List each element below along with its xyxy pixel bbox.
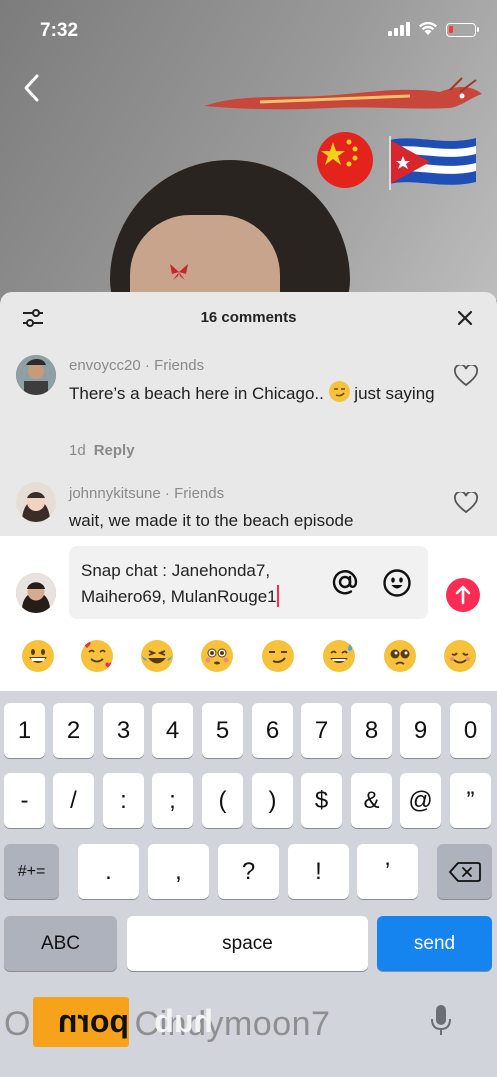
comment-text: wait, we made it to the beach episode: [69, 511, 354, 530]
battery-icon: [446, 23, 479, 37]
status-bar: 7:32: [0, 0, 497, 60]
smirk-emoji[interactable]: [262, 640, 294, 672]
key-apostrophe[interactable]: ’: [357, 844, 418, 899]
relieved-emoji[interactable]: [444, 640, 476, 672]
text-caret: [276, 585, 279, 607]
relation-tag: Friends: [154, 357, 205, 374]
flushed-emoji[interactable]: [201, 640, 233, 672]
key-period[interactable]: .: [78, 844, 139, 899]
comment-input-text[interactable]: Snap chat : Janehonda7, Maihero69, Mulan…: [81, 558, 311, 610]
grinning-emoji[interactable]: [22, 640, 54, 672]
backspace-icon: [448, 861, 481, 882]
avatar[interactable]: [16, 355, 56, 395]
key-8[interactable]: 8: [351, 703, 392, 758]
key-0[interactable]: 0: [450, 703, 491, 758]
sweat-smile-emoji[interactable]: [323, 640, 355, 672]
key-semicolon[interactable]: ;: [152, 773, 193, 828]
comment-age: 1d: [69, 442, 86, 459]
comments-count-title: 16 comments: [200, 309, 297, 326]
wifi-icon: [419, 21, 437, 35]
comment-username[interactable]: johnnykitsune: [69, 485, 161, 502]
key-2[interactable]: 2: [53, 703, 94, 758]
key-exclamation[interactable]: !: [288, 844, 349, 899]
key-4[interactable]: 4: [152, 703, 193, 758]
back-chevron-icon[interactable]: [18, 72, 46, 104]
butterfly-sticker: [170, 264, 188, 280]
key-slash[interactable]: /: [53, 773, 94, 828]
reply-button[interactable]: Reply: [94, 442, 135, 459]
person-face: [130, 215, 280, 300]
china-flag-sticker: [317, 132, 373, 188]
key-7[interactable]: 7: [301, 703, 342, 758]
key-1[interactable]: 1: [4, 703, 45, 758]
key-question[interactable]: ?: [218, 844, 279, 899]
key-5[interactable]: 5: [202, 703, 243, 758]
key-hyphen[interactable]: -: [4, 773, 45, 828]
comment-input[interactable]: Snap chat : Janehonda7, Maihero69, Mulan…: [69, 546, 428, 619]
comment-text: There’s a beach here in Chicago.. just s…: [69, 381, 439, 407]
symbols-toggle-key[interactable]: #+=: [4, 844, 59, 899]
space-key[interactable]: space: [127, 916, 368, 971]
key-6[interactable]: 6: [252, 703, 293, 758]
key-9[interactable]: 9: [400, 703, 441, 758]
comments-sheet: 16 comments envoycc20 · Friends There’s …: [0, 292, 497, 536]
comment-composer: Snap chat : Janehonda7, Maihero69, Mulan…: [0, 536, 497, 691]
key-at[interactable]: @: [400, 773, 441, 828]
key-dollar[interactable]: $: [301, 773, 342, 828]
like-heart-icon[interactable]: [454, 492, 478, 514]
cellular-signal-icon: [388, 22, 410, 36]
comment-footer: 1d Reply: [69, 442, 135, 459]
abc-key[interactable]: ABC: [4, 916, 117, 971]
key-close-paren[interactable]: ): [252, 773, 293, 828]
key-comma[interactable]: ,: [148, 844, 209, 899]
pleading-emoji[interactable]: [384, 640, 416, 672]
relation-tag: Friends: [174, 485, 225, 502]
comment-meta: johnnykitsune · Friends: [69, 485, 225, 502]
my-avatar: [16, 573, 56, 613]
clock: 7:32: [40, 20, 79, 41]
send-key[interactable]: send: [377, 916, 492, 971]
key-quote[interactable]: ”: [450, 773, 491, 828]
bottom-overlay: O s.c m Cindymoon7 porn hub: [0, 993, 497, 1077]
send-comment-button[interactable]: [446, 578, 480, 612]
quick-emoji-bar: [0, 634, 497, 678]
key-colon[interactable]: :: [103, 773, 144, 828]
comment-username[interactable]: envoycc20: [69, 357, 141, 374]
backspace-key[interactable]: [437, 844, 492, 899]
close-icon[interactable]: [455, 308, 475, 328]
avatar[interactable]: [16, 482, 56, 522]
arrow-up-icon: [455, 585, 471, 605]
key-ampersand[interactable]: &: [351, 773, 392, 828]
microphone-icon[interactable]: [430, 1003, 452, 1037]
key-3[interactable]: 3: [103, 703, 144, 758]
dragon-sticker: [204, 77, 482, 110]
comments-header: 16 comments: [0, 292, 497, 344]
like-heart-icon[interactable]: [454, 365, 478, 387]
key-open-paren[interactable]: (: [202, 773, 243, 828]
laughing-tears-emoji[interactable]: [141, 640, 173, 672]
cuba-flag-sticker: [389, 136, 476, 190]
watermark-logo: porn hub: [33, 997, 213, 1047]
comment-item: johnnykitsune · Friends wait, we made it…: [0, 478, 497, 536]
smiling-hearts-emoji[interactable]: [81, 640, 113, 672]
comment-item: envoycc20 · Friends There’s a beach here…: [0, 350, 497, 470]
mention-at-icon[interactable]: [331, 568, 359, 596]
emoji-picker-icon[interactable]: [382, 568, 412, 598]
comment-meta: envoycc20 · Friends: [69, 357, 205, 374]
smirk-emoji-icon: [328, 381, 350, 402]
